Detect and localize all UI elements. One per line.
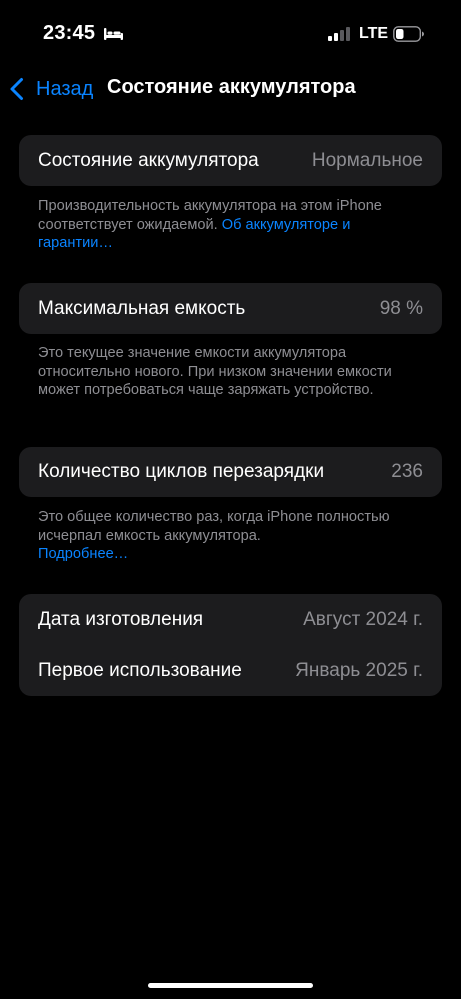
learn-more-link[interactable]: Подробнее…	[38, 546, 128, 562]
manufacture-date-value: Август 2024 г.	[303, 608, 423, 630]
battery-health-card: Состояние аккумулятора Нормальное	[19, 135, 442, 186]
max-capacity-value: 98 %	[379, 297, 423, 319]
battery-health-footnote: Производительность аккумулятора на этом …	[38, 197, 418, 253]
manufacture-date-row: Дата изготовления Август 2024 г.	[19, 594, 442, 645]
cycle-count-label: Количество циклов перезарядки	[38, 461, 325, 482]
back-button-label[interactable]: Назад	[36, 78, 93, 101]
home-indicator[interactable]	[148, 983, 313, 988]
status-time: 23:45	[43, 22, 96, 44]
first-use-row: Первое использование Январь 2025 г.	[19, 645, 442, 696]
battery-icon	[393, 26, 424, 42]
page-title: Состояние аккумулятора	[107, 76, 356, 98]
first-use-label: Первое использование	[38, 659, 242, 681]
cycle-count-row: Количество циклов перезарядки 236	[19, 447, 442, 497]
max-capacity-footnote: Это текущее значение емкости аккумулятор…	[38, 345, 392, 398]
cycle-count-footnote-text: Это общее количество раз, когда iPhone п…	[38, 509, 390, 544]
first-use-value: Январь 2025 г.	[295, 659, 423, 681]
max-capacity-label: Максимальная емкость	[38, 297, 246, 319]
battery-health-value: Нормальное	[311, 149, 423, 171]
network-type-label: LTE	[359, 25, 389, 42]
chevron-left-icon	[10, 78, 23, 100]
cycle-count-footnote: Это общее количество раз, когда iPhone п…	[38, 508, 418, 564]
manufacture-date-label: Дата изготовления	[38, 608, 204, 630]
max-capacity-card: Максимальная емкость 98 %	[19, 283, 442, 334]
back-button[interactable]: Назад	[8, 74, 93, 104]
cycle-count-value: 236	[391, 461, 423, 482]
max-capacity-row: Максимальная емкость 98 %	[19, 283, 442, 334]
cellular-signal-icon	[328, 27, 350, 41]
cycle-count-card: Количество циклов перезарядки 236	[19, 447, 442, 497]
battery-health-label: Состояние аккумулятора	[38, 149, 259, 171]
dates-card: Дата изготовления Август 2024 г. Первое …	[19, 594, 442, 696]
battery-health-row: Состояние аккумулятора Нормальное	[19, 135, 442, 186]
bed-icon	[104, 28, 123, 40]
status-bar: 23:45 LTE	[0, 0, 461, 60]
